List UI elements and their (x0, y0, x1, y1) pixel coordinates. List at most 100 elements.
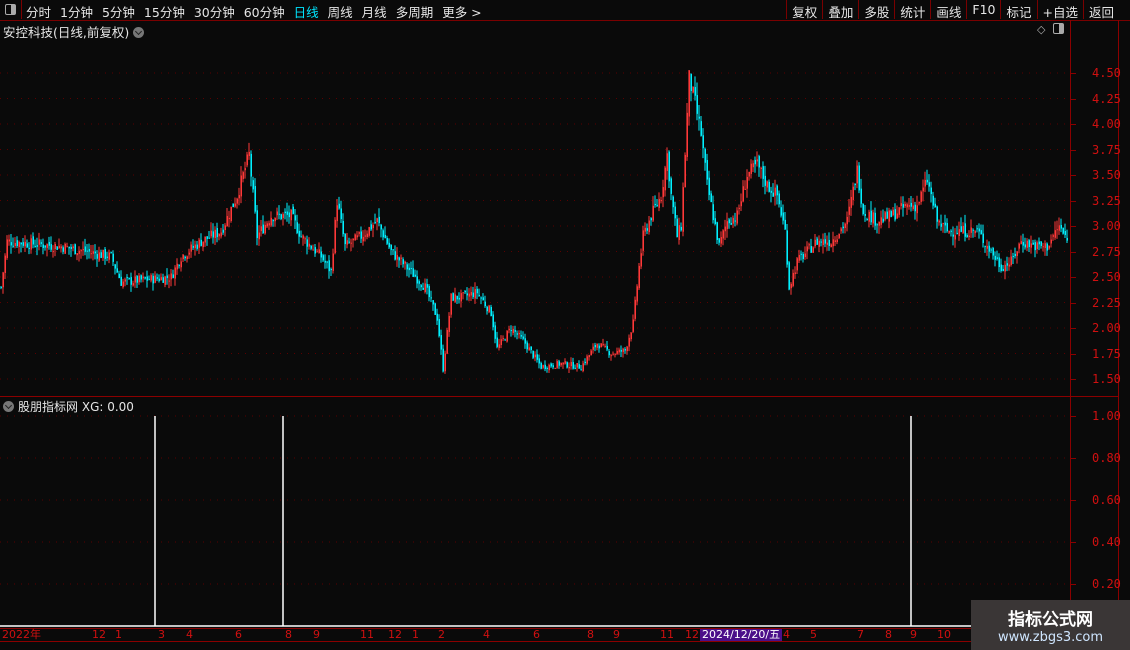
candle-body (736, 210, 738, 224)
candle-body (920, 191, 922, 202)
candle-body (866, 219, 868, 221)
candle-body (560, 362, 562, 366)
candle-body (328, 260, 330, 272)
candle-body (30, 238, 32, 250)
candle-body (972, 229, 974, 231)
candle-body (548, 364, 550, 371)
candle-body (872, 212, 874, 224)
candle-body (620, 349, 622, 352)
candle-body (772, 192, 774, 197)
candle-body (980, 230, 982, 235)
candle-body (766, 181, 768, 188)
candle-body (124, 279, 126, 282)
candle-body (296, 222, 298, 233)
candle-body (422, 287, 424, 290)
indicator-chart[interactable] (0, 397, 1070, 628)
candle-body (552, 365, 554, 368)
candle-body (376, 218, 378, 223)
time-label: 12 (388, 628, 402, 641)
candle-body (1038, 241, 1040, 245)
candle-body (354, 234, 356, 241)
candle-body (468, 293, 470, 297)
time-label: 12 (92, 628, 106, 641)
candle-body (742, 186, 744, 202)
candle-body (456, 295, 458, 300)
candle-body (38, 239, 40, 245)
candle-body (890, 211, 892, 217)
candle-body (934, 203, 936, 208)
candle-body (1036, 242, 1038, 249)
candle-body (976, 228, 978, 230)
candle-body (524, 338, 526, 344)
panel-divider[interactable] (0, 396, 1118, 397)
candle-body (160, 277, 162, 281)
candlestick-chart[interactable] (0, 0, 1070, 397)
candle-body (562, 362, 564, 365)
candle-body (320, 251, 322, 258)
candle-body (754, 159, 756, 165)
candle-body (530, 346, 532, 350)
candle-body (98, 252, 100, 261)
candle-body (1010, 256, 1012, 265)
candle-body (566, 362, 568, 368)
candle-body (284, 211, 286, 214)
candle-body (962, 225, 964, 233)
candle-body (888, 210, 890, 222)
time-label: 2 (438, 628, 445, 641)
price-tick-label: 3.25 (1092, 193, 1121, 208)
candle-body (438, 319, 440, 336)
candle-body (790, 283, 792, 289)
candle-body (460, 293, 462, 302)
toolbar-button[interactable]: 返回 (1082, 0, 1119, 20)
axis-tick (1070, 124, 1076, 125)
candle-body (346, 240, 348, 245)
candle-body (634, 299, 636, 319)
candle-body (310, 245, 312, 249)
candle-body (522, 336, 524, 339)
candle-body (1008, 264, 1010, 267)
candle-body (990, 249, 992, 251)
chevron-down-icon[interactable] (3, 401, 14, 412)
watermark-url: www.zbgs3.com (997, 630, 1104, 645)
candle-body (46, 244, 48, 248)
candle-body (218, 233, 220, 237)
candle-body (828, 239, 830, 247)
candle-body (708, 177, 710, 195)
indicator-tick-label: 1.00 (1092, 409, 1121, 423)
candle-body (470, 292, 472, 296)
candle-body (794, 272, 796, 274)
candle-body (1052, 235, 1054, 237)
candle-body (108, 252, 110, 260)
candle-body (922, 187, 924, 192)
candle-body (846, 216, 848, 225)
candle-body (14, 242, 16, 246)
candle-body (368, 227, 370, 236)
candle-body (660, 199, 662, 202)
candle-body (290, 209, 292, 221)
candle-body (894, 209, 896, 220)
candle-body (818, 240, 820, 247)
candle-body (86, 250, 88, 252)
candle-body (740, 201, 742, 207)
candle-body (706, 160, 708, 180)
candle-body (860, 188, 862, 204)
time-label: 8 (885, 628, 892, 641)
candle-body (130, 277, 132, 285)
candle-body (378, 216, 380, 224)
candle-body (874, 212, 876, 226)
candle-body (142, 276, 144, 279)
candle-body (960, 226, 962, 232)
time-label: 8 (285, 628, 292, 641)
candle-body (778, 193, 780, 205)
candle-body (350, 242, 352, 244)
candle-body (840, 228, 842, 232)
candle-body (636, 286, 638, 302)
candle-body (268, 223, 270, 226)
candle-body (564, 361, 566, 364)
candle-body (416, 276, 418, 284)
candle-body (512, 328, 514, 333)
candle-body (434, 303, 436, 315)
candle-body (640, 253, 642, 267)
candle-body (382, 230, 384, 238)
candle-body (700, 121, 702, 136)
